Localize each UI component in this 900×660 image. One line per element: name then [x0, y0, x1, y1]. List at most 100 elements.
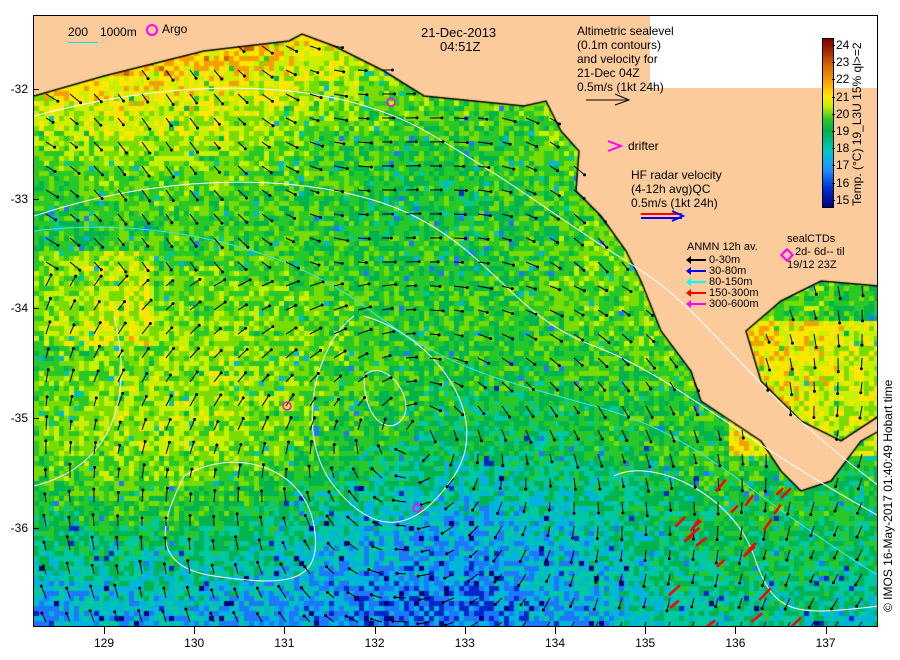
- arrow-head-icon: [347, 541, 351, 545]
- arrow-head-icon: [605, 365, 609, 369]
- velocity-arrow-icon: [309, 327, 322, 335]
- arrow-head-icon: [389, 396, 393, 400]
- hf-radar-arrow-icon: [730, 504, 739, 514]
- velocity-arrow-icon: [139, 588, 143, 599]
- arrow-head-icon: [487, 165, 491, 169]
- arrow-head-icon: [125, 274, 129, 278]
- velocity-arrow-icon: [285, 165, 298, 173]
- arrow-head-icon: [317, 47, 321, 51]
- arrow-head-icon: [214, 468, 218, 472]
- arrow-head-icon: [284, 467, 288, 471]
- velocity-arrow-icon: [518, 573, 527, 586]
- velocity-arrow-icon: [444, 573, 455, 579]
- velocity-arrow-icon: [477, 333, 491, 340]
- arrow-head-icon: [622, 484, 626, 488]
- arrow-head-icon: [650, 415, 654, 419]
- arrow-head-icon: [836, 392, 840, 396]
- velocity-arrow-icon: [858, 621, 863, 626]
- arrow-head-icon: [93, 465, 97, 469]
- arrow-head-icon: [245, 347, 249, 351]
- arrow-head-icon: [220, 77, 224, 81]
- arrow-head-icon: [319, 216, 323, 220]
- arrow-head-icon: [605, 314, 609, 318]
- arrow-head-icon: [194, 268, 198, 272]
- velocity-arrow-icon: [189, 237, 197, 247]
- velocity-arrow-icon: [501, 453, 504, 466]
- arrow-head-icon: [347, 490, 351, 494]
- arrow-head-icon: [187, 537, 191, 541]
- arrow-head-icon: [857, 464, 861, 468]
- velocity-arrow-icon: [787, 501, 791, 515]
- arrow-head-icon: [600, 464, 604, 468]
- velocity-arrow-icon: [141, 464, 145, 479]
- velocity-arrow-icon: [237, 349, 248, 359]
- arrow-head-icon: [643, 558, 647, 562]
- arrow-head-icon: [475, 461, 479, 465]
- hf-radar-arrow-icon: [775, 487, 784, 496]
- arrow-head-icon: [74, 274, 78, 278]
- velocity-arrow-icon: [453, 141, 468, 144]
- colorbar-tick-label: 21: [836, 89, 850, 104]
- arrow-head-icon: [541, 608, 545, 612]
- arrow-head-icon: [209, 611, 213, 615]
- arrow-head-icon: [472, 487, 476, 491]
- velocity-arrow-icon: [237, 237, 249, 248]
- arrow-head-icon: [171, 78, 175, 82]
- velocity-arrow-icon: [501, 381, 513, 392]
- arrow-head-icon: [243, 147, 247, 151]
- arrow-head-icon: [809, 513, 813, 517]
- velocity-arrow-icon: [621, 333, 632, 343]
- colorbar-tick: [832, 113, 835, 115]
- arrow-head-icon: [167, 440, 171, 444]
- velocity-arrow-icon: [237, 261, 247, 270]
- velocity-arrow-icon: [261, 395, 270, 407]
- arrow-head-icon: [605, 289, 609, 293]
- velocity-arrow-icon: [740, 525, 743, 539]
- arrow-head-icon: [313, 416, 317, 420]
- arrow-head-icon: [603, 220, 607, 224]
- arrow-head-icon: [489, 142, 493, 146]
- credit-text: © IMOS 16-May-2017 01:40:49 Hobart time: [881, 379, 895, 612]
- arrow-head-icon: [268, 194, 272, 198]
- arrow-head-icon: [486, 237, 490, 241]
- velocity-arrow-icon: [213, 213, 223, 224]
- x-tick: [555, 627, 556, 634]
- velocity-arrow-icon: [45, 298, 51, 311]
- velocity-arrow-icon: [309, 281, 324, 287]
- arrow-head-icon: [444, 507, 448, 511]
- velocity-arrow-icon: [165, 69, 174, 81]
- velocity-arrow-icon: [501, 357, 513, 365]
- arrow-head-icon: [98, 321, 102, 325]
- arrow-head-icon: [341, 190, 345, 194]
- arrow-head-icon: [122, 368, 126, 372]
- velocity-arrow-icon: [285, 394, 294, 407]
- arrow-head-icon: [861, 294, 865, 298]
- velocity-arrow-icon: [573, 309, 584, 316]
- velocity-arrow-icon: [45, 93, 59, 102]
- velocity-arrow-icon: [233, 612, 239, 623]
- arrow-head-icon: [170, 220, 174, 224]
- arrow-head-icon: [216, 420, 220, 424]
- arrow-head-icon: [170, 245, 174, 249]
- arrow-head-icon: [144, 418, 148, 422]
- altimetry-scale-arrow-icon: [586, 93, 631, 106]
- arrow-head-icon: [40, 611, 44, 615]
- velocity-arrow-icon: [645, 357, 655, 369]
- arrow-head-icon: [465, 286, 469, 290]
- arrow-head-icon: [125, 151, 129, 155]
- x-tick: [284, 627, 286, 634]
- velocity-arrow-icon: [69, 93, 81, 104]
- velocity-arrow-icon: [141, 141, 151, 154]
- arrow-head-icon: [809, 556, 813, 560]
- arrow-head-icon: [342, 70, 346, 74]
- velocity-arrow-icon: [477, 189, 491, 193]
- arrow-head-icon: [168, 373, 172, 377]
- arrow-head-icon: [99, 274, 103, 278]
- arrow-head-icon: [465, 141, 469, 145]
- arrow-head-icon: [582, 268, 586, 272]
- sst-map[interactable]: [33, 15, 878, 627]
- arrow-head-icon: [68, 462, 72, 466]
- velocity-arrow-icon: [261, 237, 272, 245]
- velocity-arrow-icon: [837, 285, 841, 299]
- arrow-head-icon: [812, 389, 816, 393]
